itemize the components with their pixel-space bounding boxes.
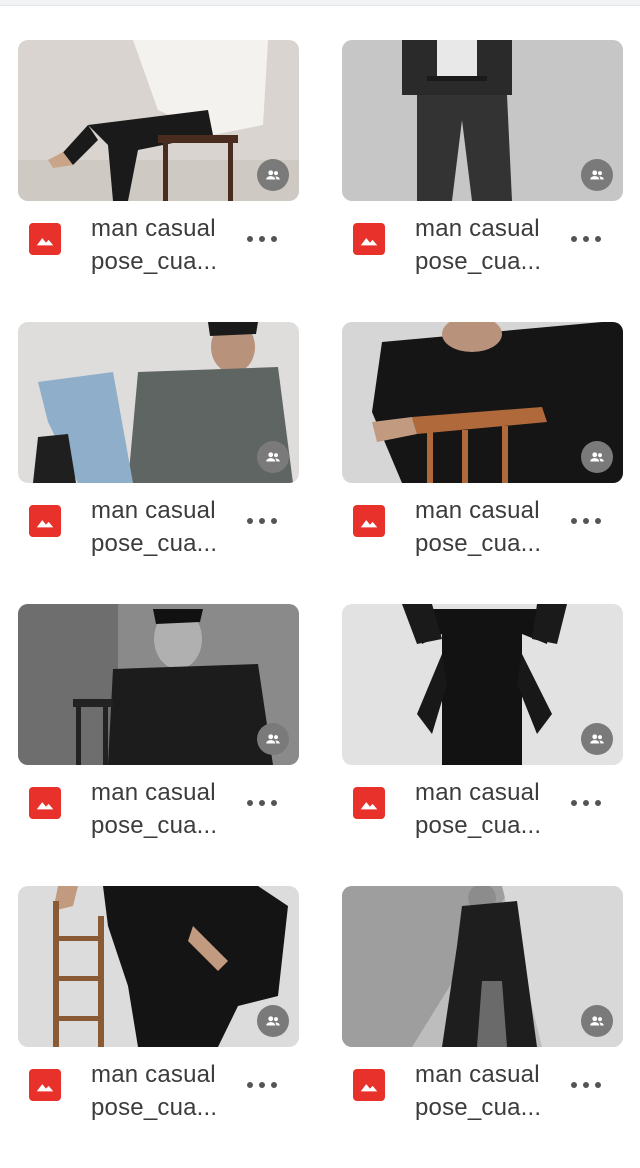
- file-name-line1: man casual: [415, 1061, 540, 1088]
- file-name[interactable]: man casual pose_cua...: [415, 212, 565, 278]
- shared-people-icon: [581, 723, 613, 755]
- shared-people-icon: [257, 1005, 289, 1037]
- file-thumbnail[interactable]: [18, 604, 299, 765]
- file-card[interactable]: man casual pose_cua...: [342, 322, 623, 604]
- file-name-line1: man casual: [91, 497, 216, 524]
- image-icon: [353, 1069, 385, 1101]
- image-icon: [353, 505, 385, 537]
- file-meta: man casual pose_cua...: [18, 1058, 299, 1128]
- file-name[interactable]: man casual pose_cua...: [415, 1058, 565, 1124]
- file-meta: man casual pose_cua...: [18, 212, 299, 282]
- file-name-line2: pose_cua...: [91, 530, 218, 557]
- file-name[interactable]: man casual pose_cua...: [91, 776, 241, 842]
- image-icon: [29, 787, 61, 819]
- shared-people-icon: [581, 441, 613, 473]
- file-card[interactable]: man casual pose_cua...: [342, 886, 623, 1168]
- file-card[interactable]: man casual pose_cua...: [18, 40, 299, 322]
- file-thumbnail[interactable]: [342, 322, 623, 483]
- file-thumbnail[interactable]: [342, 604, 623, 765]
- shared-people-icon: [257, 441, 289, 473]
- file-card[interactable]: man casual pose_cua...: [342, 40, 623, 322]
- top-toolbar-edge: [0, 0, 640, 6]
- file-card[interactable]: man casual pose_cua...: [18, 322, 299, 604]
- file-name-line1: man casual: [91, 1061, 216, 1088]
- file-name-line2: pose_cua...: [91, 812, 218, 839]
- file-name-line2: pose_cua...: [91, 248, 218, 275]
- file-name-line2: pose_cua...: [91, 1094, 218, 1121]
- file-thumbnail[interactable]: [18, 886, 299, 1047]
- image-icon: [29, 505, 61, 537]
- more-dots-icon[interactable]: [247, 508, 277, 534]
- file-meta: man casual pose_cua...: [18, 494, 299, 564]
- more-dots-icon[interactable]: [571, 790, 601, 816]
- file-name-line2: pose_cua...: [415, 1094, 542, 1121]
- file-thumbnail[interactable]: [342, 40, 623, 201]
- more-dots-icon[interactable]: [247, 1072, 277, 1098]
- file-meta: man casual pose_cua...: [18, 776, 299, 846]
- file-thumbnail[interactable]: [18, 40, 299, 201]
- file-name-line1: man casual: [91, 215, 216, 242]
- file-name-line1: man casual: [91, 779, 216, 806]
- file-meta: man casual pose_cua...: [342, 776, 623, 846]
- file-name[interactable]: man casual pose_cua...: [91, 1058, 241, 1124]
- file-name-line1: man casual: [415, 779, 540, 806]
- image-icon: [353, 787, 385, 819]
- file-name-line1: man casual: [415, 497, 540, 524]
- file-name-line1: man casual: [415, 215, 540, 242]
- shared-people-icon: [257, 159, 289, 191]
- file-meta: man casual pose_cua...: [342, 1058, 623, 1128]
- file-thumbnail[interactable]: [342, 886, 623, 1047]
- file-card[interactable]: man casual pose_cua...: [342, 604, 623, 886]
- file-name[interactable]: man casual pose_cua...: [91, 494, 241, 560]
- shared-people-icon: [581, 159, 613, 191]
- more-dots-icon[interactable]: [571, 1072, 601, 1098]
- file-name[interactable]: man casual pose_cua...: [91, 212, 241, 278]
- shared-people-icon: [257, 723, 289, 755]
- file-grid: man casual pose_cua... man casual pose_c…: [18, 40, 623, 1168]
- file-name-line2: pose_cua...: [415, 530, 542, 557]
- shared-people-icon: [581, 1005, 613, 1037]
- file-name-line2: pose_cua...: [415, 812, 542, 839]
- image-icon: [29, 223, 61, 255]
- file-name-line2: pose_cua...: [415, 248, 542, 275]
- more-dots-icon[interactable]: [247, 790, 277, 816]
- file-meta: man casual pose_cua...: [342, 212, 623, 282]
- more-dots-icon[interactable]: [571, 508, 601, 534]
- more-dots-icon[interactable]: [571, 226, 601, 252]
- more-dots-icon[interactable]: [247, 226, 277, 252]
- file-card[interactable]: man casual pose_cua...: [18, 604, 299, 886]
- file-name[interactable]: man casual pose_cua...: [415, 776, 565, 842]
- file-thumbnail[interactable]: [18, 322, 299, 483]
- file-name[interactable]: man casual pose_cua...: [415, 494, 565, 560]
- image-icon: [353, 223, 385, 255]
- file-meta: man casual pose_cua...: [342, 494, 623, 564]
- image-icon: [29, 1069, 61, 1101]
- file-card[interactable]: man casual pose_cua...: [18, 886, 299, 1168]
